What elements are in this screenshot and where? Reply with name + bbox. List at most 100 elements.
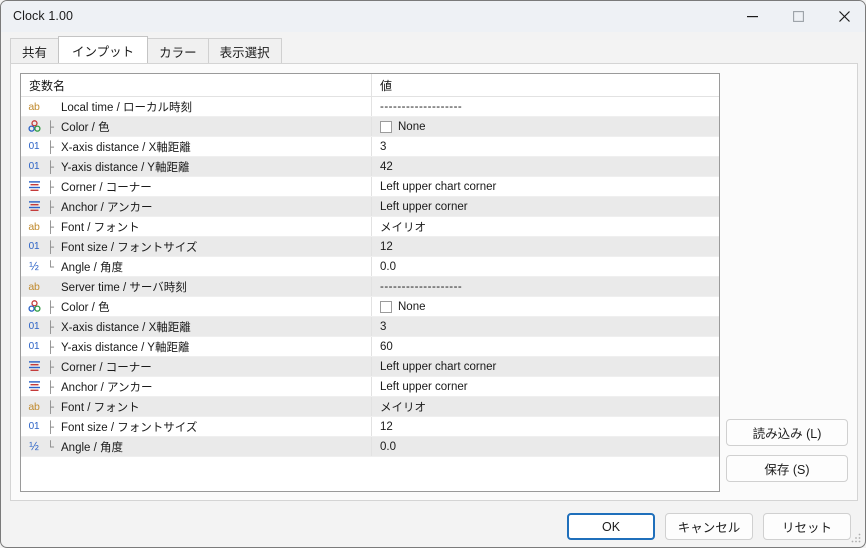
row-name-cell[interactable]: ½ └ Angle / 角度 — [21, 257, 372, 276]
parameter-value: Left upper corner — [380, 200, 468, 213]
row-value-cell[interactable]: Left upper corner — [372, 197, 719, 216]
tree-connector: ├ — [47, 139, 54, 154]
minimize-button[interactable] — [729, 1, 775, 32]
tab-1[interactable]: インプット — [58, 36, 149, 63]
row-name-cell[interactable]: ├ Color / 色 — [21, 117, 372, 136]
tree-connector: ├ — [47, 179, 54, 194]
row-value-cell[interactable]: None — [372, 117, 719, 136]
string-type-icon: ab — [21, 101, 47, 113]
row-name-cell[interactable]: ├ Corner / コーナー — [21, 357, 372, 376]
row-value-cell[interactable]: ------------------- — [372, 277, 719, 296]
row-value-cell[interactable]: 12 — [372, 237, 719, 256]
row-value-cell[interactable]: Left upper chart corner — [372, 177, 719, 196]
resize-grip-icon[interactable] — [850, 532, 862, 544]
tab-0[interactable]: 共有 — [10, 38, 60, 63]
table-row[interactable]: 01 ├ Font size / フォントサイズ 12 — [21, 417, 719, 437]
row-value-cell[interactable]: None — [372, 297, 719, 316]
maximize-button[interactable] — [775, 1, 821, 32]
table-row[interactable]: 01 ├ Y-axis distance / Y軸距離 60 — [21, 337, 719, 357]
row-value-cell[interactable]: 0.0 — [372, 437, 719, 456]
ok-button[interactable]: OK — [567, 513, 655, 540]
table-row[interactable]: ├ Anchor / アンカー Left upper corner — [21, 197, 719, 217]
float-type-icon: ½ — [21, 441, 47, 453]
tab-2[interactable]: カラー — [147, 38, 209, 63]
table-row[interactable]: ├ Color / 色 None — [21, 297, 719, 317]
table-row[interactable]: ab Server time / サーバ時刻 ------------------- — [21, 277, 719, 297]
reset-button[interactable]: リセット — [763, 513, 851, 540]
parameter-label: Angle / 角度 — [61, 441, 123, 454]
table-row[interactable]: 01 ├ X-axis distance / X軸距離 3 — [21, 137, 719, 157]
table-row[interactable]: ab ├ Font / フォント メイリオ — [21, 397, 719, 417]
parameter-label: Font / フォント — [61, 221, 140, 234]
row-name-cell[interactable]: 01 ├ X-axis distance / X軸距離 — [21, 317, 372, 336]
table-row[interactable]: ½ └ Angle / 角度 0.0 — [21, 257, 719, 277]
row-value-cell[interactable]: ------------------- — [372, 97, 719, 116]
parameter-value: 3 — [380, 140, 387, 153]
load-button[interactable]: 読み込み (L) — [726, 419, 848, 446]
row-value-cell[interactable]: 12 — [372, 417, 719, 436]
dialog-window: Clock 1.00 共有 インプット カラー 表示選択 変数名 値 ab Lo… — [0, 0, 866, 548]
float-type-icon: ½ — [21, 261, 47, 273]
row-name-cell[interactable]: ├ Anchor / アンカー — [21, 197, 372, 216]
row-value-cell[interactable]: Left upper chart corner — [372, 357, 719, 376]
enum-align-type-icon — [21, 200, 47, 213]
row-name-cell[interactable]: ab ├ Font / フォント — [21, 397, 372, 416]
color-swatch-icon[interactable] — [380, 300, 392, 313]
table-row[interactable]: ½ └ Angle / 角度 0.0 — [21, 437, 719, 457]
tree-connector: ├ — [47, 299, 54, 314]
table-row[interactable]: ab ├ Font / フォント メイリオ — [21, 217, 719, 237]
grid-header-row: 変数名 値 — [21, 74, 719, 97]
table-row[interactable]: ab Local time / ローカル時刻 ------------------- — [21, 97, 719, 117]
parameter-value: 0.0 — [380, 440, 396, 453]
row-name-cell[interactable]: ├ Color / 色 — [21, 297, 372, 316]
tree-connector: ├ — [47, 219, 54, 234]
save-button[interactable]: 保存 (S) — [726, 455, 848, 482]
table-row[interactable]: 01 ├ X-axis distance / X軸距離 3 — [21, 317, 719, 337]
row-name-cell[interactable]: 01 ├ X-axis distance / X軸距離 — [21, 137, 372, 156]
button-label: リセット — [781, 521, 832, 535]
row-value-cell[interactable]: Left upper corner — [372, 377, 719, 396]
row-value-cell[interactable]: 0.0 — [372, 257, 719, 276]
close-button[interactable] — [821, 1, 865, 32]
row-value-cell[interactable]: 42 — [372, 157, 719, 176]
ab-glyph: ab — [28, 280, 40, 293]
integer-type-icon: 01 — [21, 421, 47, 432]
half-glyph: ½ — [29, 260, 39, 273]
enum-align-type-icon — [21, 380, 47, 393]
column-header-value[interactable]: 値 — [372, 74, 719, 97]
row-name-cell[interactable]: ab Local time / ローカル時刻 — [21, 97, 372, 116]
row-name-cell[interactable]: ab ├ Font / フォント — [21, 217, 372, 236]
parameter-label: Y-axis distance / Y軸距離 — [61, 341, 190, 354]
table-row[interactable]: ├ Color / 色 None — [21, 117, 719, 137]
table-row[interactable]: ├ Corner / コーナー Left upper chart corner — [21, 357, 719, 377]
row-value-cell[interactable]: メイリオ — [372, 217, 719, 236]
tab-label: 共有 — [22, 45, 48, 60]
row-name-cell[interactable]: 01 ├ Font size / フォントサイズ — [21, 237, 372, 256]
parameter-label: Server time / サーバ時刻 — [61, 281, 187, 294]
row-value-cell[interactable]: 3 — [372, 137, 719, 156]
row-name-cell[interactable]: 01 ├ Y-axis distance / Y軸距離 — [21, 157, 372, 176]
parameter-label: Anchor / アンカー — [61, 381, 153, 394]
column-header-name[interactable]: 変数名 — [21, 74, 372, 97]
row-value-cell[interactable]: メイリオ — [372, 397, 719, 416]
row-name-cell[interactable]: 01 ├ Font size / フォントサイズ — [21, 417, 372, 436]
enum-align-type-icon — [21, 180, 47, 193]
row-name-cell[interactable]: ab Server time / サーバ時刻 — [21, 277, 372, 296]
row-name-cell[interactable]: 01 ├ Y-axis distance / Y軸距離 — [21, 337, 372, 356]
row-value-cell[interactable]: 60 — [372, 337, 719, 356]
row-name-cell[interactable]: ├ Anchor / アンカー — [21, 377, 372, 396]
row-value-cell[interactable]: 3 — [372, 317, 719, 336]
color-swatch-icon[interactable] — [380, 120, 392, 133]
row-name-cell[interactable]: ├ Corner / コーナー — [21, 177, 372, 196]
table-row[interactable]: ├ Corner / コーナー Left upper chart corner — [21, 177, 719, 197]
tab-3[interactable]: 表示選択 — [207, 38, 282, 63]
row-name-cell[interactable]: ½ └ Angle / 角度 — [21, 437, 372, 456]
ab-glyph: ab — [28, 220, 40, 233]
parameters-grid[interactable]: 変数名 値 ab Local time / ローカル時刻 -------------… — [20, 73, 720, 492]
tree-connector: └ — [47, 259, 54, 274]
parameter-label: Font / フォント — [61, 401, 140, 414]
table-row[interactable]: 01 ├ Font size / フォントサイズ 12 — [21, 237, 719, 257]
table-row[interactable]: ├ Anchor / アンカー Left upper corner — [21, 377, 719, 397]
table-row[interactable]: 01 ├ Y-axis distance / Y軸距離 42 — [21, 157, 719, 177]
cancel-button[interactable]: キャンセル — [665, 513, 753, 540]
